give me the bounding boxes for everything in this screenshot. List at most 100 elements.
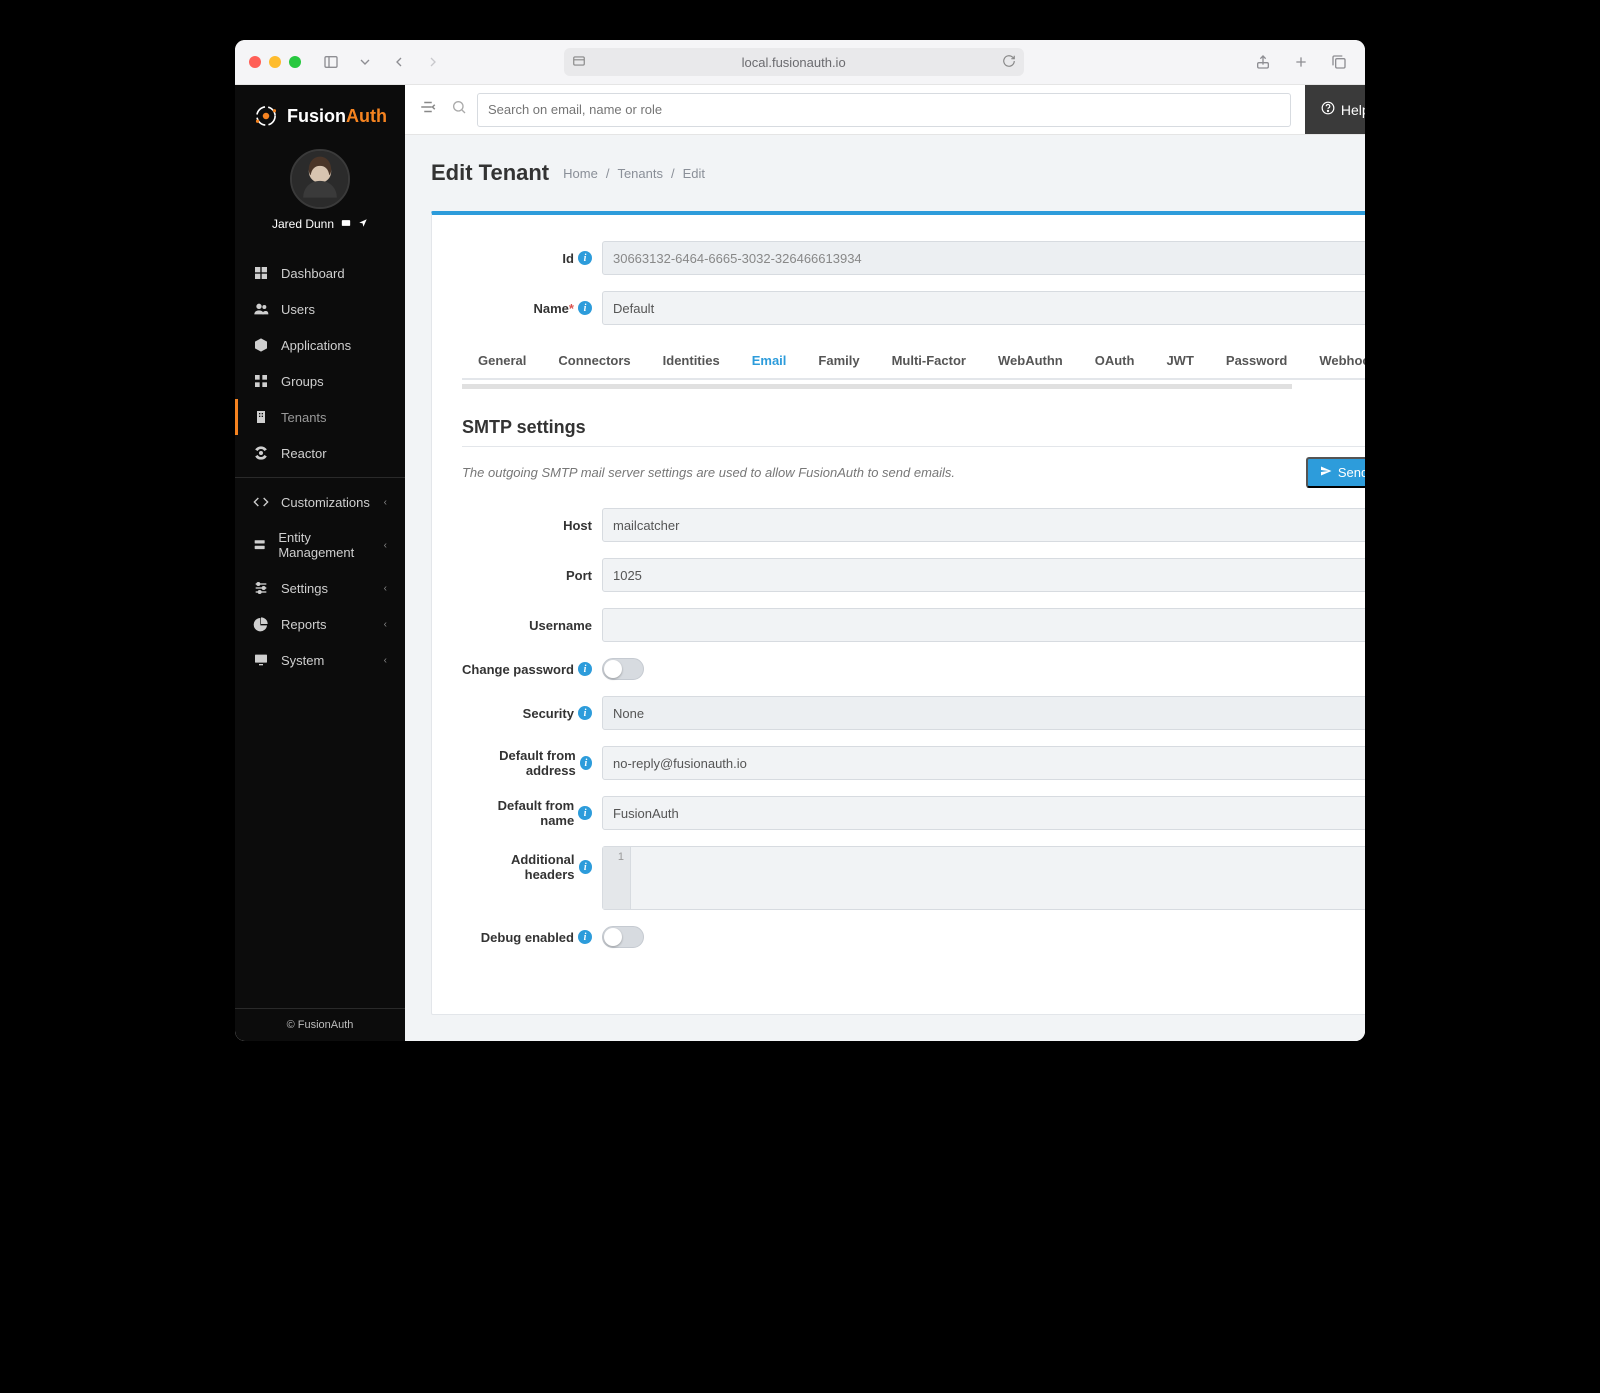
nav-label: Tenants [281, 410, 327, 425]
tab-general[interactable]: General [462, 343, 542, 378]
search-box[interactable] [451, 93, 1291, 127]
search-input[interactable] [477, 93, 1291, 127]
tenant-card: Idi Name*i General Connectors Identities… [431, 211, 1365, 1015]
id-field [602, 241, 1365, 275]
info-icon[interactable]: i [580, 756, 592, 770]
sliders-icon [253, 580, 269, 596]
tab-connectors[interactable]: Connectors [542, 343, 646, 378]
chevron-left-icon: ‹ [384, 583, 387, 594]
page-header: Edit Tenant Home/ Tenants/ Edit [405, 135, 1365, 211]
debug-label: Debug enabled [481, 930, 574, 945]
nav-label: Customizations [281, 495, 370, 510]
port-field[interactable] [602, 558, 1365, 592]
from-name-field[interactable] [602, 796, 1365, 830]
name-label: Name* [534, 301, 574, 316]
nav-dashboard[interactable]: Dashboard [235, 255, 405, 291]
security-label: Security [523, 706, 574, 721]
change-password-toggle[interactable] [602, 658, 644, 680]
debug-toggle[interactable] [602, 926, 644, 948]
help-button[interactable]: Help [1305, 85, 1365, 134]
nav-customizations[interactable]: Customizations ‹ [235, 484, 405, 520]
help-label: Help [1341, 102, 1365, 118]
chevron-left-icon: ‹ [384, 497, 387, 508]
send-test-email-button[interactable]: Send test email [1306, 457, 1365, 488]
nav-forward-icon[interactable] [421, 50, 445, 74]
nav-users[interactable]: Users [235, 291, 405, 327]
sidebar-toggle-icon[interactable] [319, 50, 343, 74]
location-icon[interactable] [358, 217, 368, 231]
building-icon [253, 409, 269, 425]
users-icon [253, 301, 269, 317]
tab-webauthn[interactable]: WebAuthn [982, 343, 1079, 378]
name-field[interactable] [602, 291, 1365, 325]
from-address-field[interactable] [602, 746, 1365, 780]
tab-multi-factor[interactable]: Multi-Factor [876, 343, 982, 378]
id-label: Id [562, 251, 574, 266]
nav-label: Reactor [281, 446, 327, 461]
tab-bar: General Connectors Identities Email Fami… [462, 343, 1365, 380]
help-icon [1321, 101, 1335, 118]
search-icon [451, 99, 467, 120]
maximize-window-icon[interactable] [289, 56, 301, 68]
nav-entity-management[interactable]: Entity Management‹ [235, 520, 405, 570]
tab-identities[interactable]: Identities [647, 343, 736, 378]
server-icon [253, 537, 266, 553]
send-test-label: Send test email [1338, 465, 1365, 480]
nav-applications[interactable]: Applications [235, 327, 405, 363]
topbar: Help Logout [405, 85, 1365, 135]
tab-scrollbar[interactable] [462, 384, 1365, 389]
traffic-lights [249, 56, 301, 68]
id-card-icon[interactable] [340, 217, 352, 231]
nav-label: System [281, 653, 324, 668]
crumb-home[interactable]: Home [563, 166, 598, 181]
tab-jwt[interactable]: JWT [1150, 343, 1209, 378]
info-icon[interactable]: i [578, 301, 592, 315]
nav-system[interactable]: System‹ [235, 642, 405, 678]
username-field[interactable] [602, 608, 1365, 642]
nav-settings[interactable]: Settings ‹ [235, 570, 405, 606]
tab-password[interactable]: Password [1210, 343, 1303, 378]
url-bar[interactable]: local.fusionauth.io [564, 48, 1024, 76]
tab-email[interactable]: Email [736, 343, 803, 380]
new-tab-icon[interactable] [1289, 50, 1313, 74]
reactor-icon [253, 445, 269, 461]
info-icon[interactable]: i [578, 706, 592, 720]
info-icon[interactable]: i [578, 251, 592, 265]
chevron-left-icon: ‹ [384, 619, 387, 630]
reload-icon[interactable] [1002, 54, 1016, 71]
tab-oauth[interactable]: OAuth [1079, 343, 1151, 378]
sidebar-footer: © FusionAuth [235, 1008, 405, 1041]
share-icon[interactable] [1251, 50, 1275, 74]
info-icon[interactable]: i [578, 662, 592, 676]
user-profile[interactable]: Jared Dunn [235, 139, 405, 245]
host-field[interactable] [602, 508, 1365, 542]
tab-family[interactable]: Family [802, 343, 875, 378]
username-label: Username [529, 618, 592, 633]
additional-headers-field[interactable]: 1 [602, 846, 1365, 910]
nav-back-icon[interactable] [387, 50, 411, 74]
chevron-down-icon[interactable] [353, 50, 377, 74]
logo-icon [253, 103, 279, 129]
brand-logo[interactable]: FusionAuth [235, 85, 405, 139]
site-settings-icon [572, 54, 586, 71]
nav-reports[interactable]: Reports‹ [235, 606, 405, 642]
info-icon[interactable]: i [579, 860, 592, 874]
nav-reactor[interactable]: Reactor [235, 435, 405, 471]
nav-groups[interactable]: Groups [235, 363, 405, 399]
minimize-window-icon[interactable] [269, 56, 281, 68]
monitor-icon [253, 652, 269, 668]
info-icon[interactable]: i [578, 930, 592, 944]
info-icon[interactable]: i [578, 806, 592, 820]
browser-window: local.fusionauth.io FusionAuth Jared Dun… [235, 40, 1365, 1041]
additional-headers-label: Additional headers [462, 852, 575, 882]
close-window-icon[interactable] [249, 56, 261, 68]
nav-tenants[interactable]: Tenants [235, 399, 405, 435]
crumb-tenants[interactable]: Tenants [617, 166, 663, 181]
tabs-overview-icon[interactable] [1327, 50, 1351, 74]
browser-toolbar: local.fusionauth.io [235, 40, 1365, 85]
collapse-sidebar-icon[interactable] [419, 98, 437, 121]
security-select[interactable]: None [602, 696, 1365, 730]
nav-label: Settings [281, 581, 328, 596]
tab-webhooks[interactable]: Webhooks [1303, 343, 1365, 378]
dashboard-icon [253, 265, 269, 281]
